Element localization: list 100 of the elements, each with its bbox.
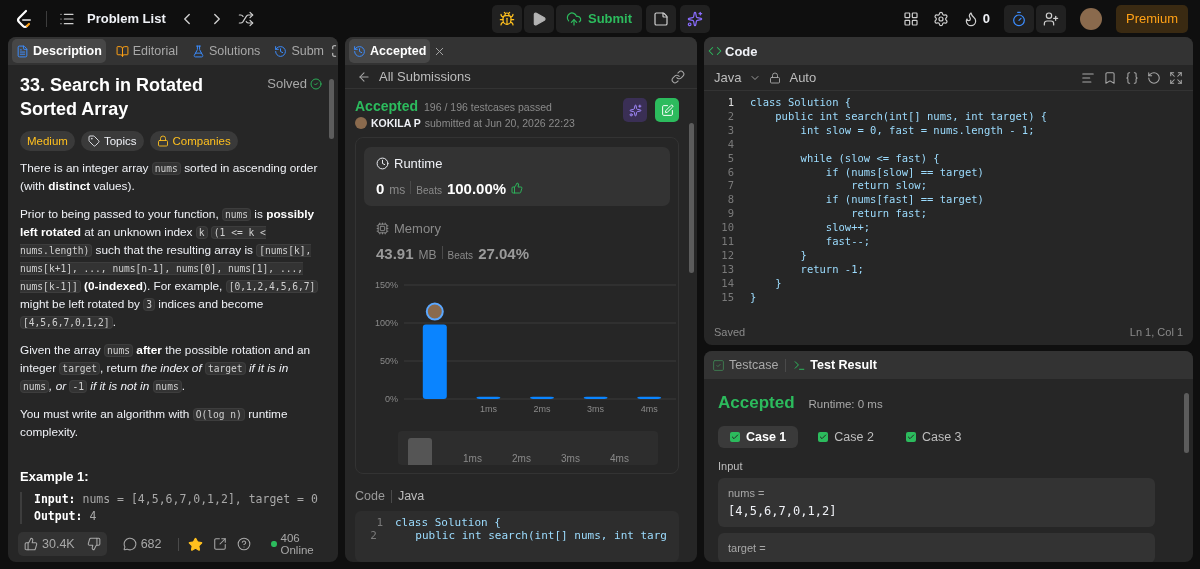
reset-icon[interactable] (1147, 70, 1161, 85)
code-line: public int search(int[] nums, int targ (414, 529, 667, 542)
sparkles-icon[interactable] (687, 10, 704, 27)
panel-tab[interactable]: Test Result (789, 353, 881, 377)
expand-icon[interactable] (1169, 70, 1183, 85)
line-number: 2 (726, 109, 734, 124)
all-submissions-link[interactable]: All Submissions (379, 69, 471, 84)
invite-button[interactable] (1036, 4, 1066, 33)
notes-button[interactable] (646, 4, 677, 33)
line-number: 6 (726, 165, 734, 180)
stat-label: Memory (394, 221, 441, 236)
axis-label: 4ms (640, 404, 658, 414)
thumbs-down-icon[interactable] (86, 537, 101, 551)
panel-tab[interactable]: Solutions (187, 39, 265, 63)
tag-chip[interactable]: Companies (149, 131, 238, 151)
ai-button[interactable] (623, 98, 647, 122)
bar[interactable] (476, 396, 501, 399)
mode-label[interactable]: Auto (789, 70, 817, 85)
logo[interactable] (14, 8, 34, 29)
stat-card[interactable]: Memory 43.91 MB Beats 27.04% (364, 212, 670, 271)
code-line: if (nums[slow] == target) (824, 165, 984, 180)
description-paragraph: Given the array nums after the possible rotation and an integer target , return the index of target if it is in nums , or -1 if it is not in nums . (20, 342, 312, 395)
share-icon[interactable] (213, 537, 228, 551)
history-icon[interactable] (353, 44, 366, 58)
chart-navigator[interactable]: 1ms 2ms 3ms 4ms (398, 431, 658, 465)
submitted-time: submitted at Jun 20, 2026 22:23 (424, 117, 575, 129)
note-icon[interactable] (653, 10, 670, 27)
solved-status: Solved (267, 76, 307, 91)
code-line: } (774, 276, 782, 291)
tag-chip[interactable]: Topics (80, 131, 144, 151)
comments-button[interactable]: 682 (116, 537, 168, 551)
user-name[interactable]: KOKILA P (371, 117, 421, 129)
case-tab[interactable]: Case 3 (893, 426, 974, 448)
tag-chip[interactable]: Medium (20, 131, 75, 151)
braces-icon[interactable] (1125, 70, 1139, 85)
timer-icon[interactable] (1011, 10, 1027, 27)
bar[interactable] (422, 324, 447, 399)
line-number: 4 (726, 137, 734, 152)
problem-title: 33. Search in Rotated Sorted Array (20, 74, 205, 121)
lock-icon[interactable] (156, 135, 169, 147)
tab-icon[interactable] (191, 44, 205, 58)
debug-button[interactable] (491, 4, 522, 33)
ai-button[interactable] (680, 4, 711, 33)
bar[interactable] (530, 396, 554, 399)
submit-button[interactable]: Submit (555, 4, 643, 33)
panel-tab[interactable]: Subm (270, 39, 329, 63)
axis-label: 2ms (533, 404, 551, 414)
code-line: return slow; (850, 179, 927, 194)
comment-icon[interactable] (122, 537, 137, 551)
tab-icon[interactable] (115, 44, 129, 58)
premium-button[interactable]: Premium (1116, 4, 1188, 33)
user-avatar (425, 302, 444, 321)
cloud-upload-icon[interactable] (565, 10, 582, 27)
panel-tab[interactable]: Accepted (349, 39, 431, 63)
format-icon[interactable] (1081, 70, 1095, 85)
tab-icon[interactable] (274, 44, 288, 58)
sparkles-icon[interactable] (628, 103, 642, 117)
axis-label: 3ms (587, 404, 605, 414)
thumbs-up-icon[interactable] (24, 537, 38, 551)
panel-tab[interactable]: Editorial (111, 39, 182, 63)
navigator-label: 1ms (462, 453, 483, 465)
case-tab[interactable]: Case 2 (806, 426, 886, 448)
checkbox-icon[interactable] (712, 358, 725, 372)
lock-icon[interactable] (769, 71, 782, 84)
beats-percent: 100.00% (446, 180, 507, 197)
language-label: Java (397, 489, 425, 503)
edit-button[interactable] (655, 98, 679, 122)
bug-icon[interactable] (498, 10, 515, 27)
run-button[interactable] (523, 4, 554, 33)
testcases-count: 196 / 196 testcases passed (424, 101, 552, 113)
timer-button[interactable] (1004, 4, 1034, 33)
add-user-icon[interactable] (1043, 10, 1059, 27)
terminal-icon[interactable] (793, 358, 807, 372)
settings-icon[interactable] (932, 10, 949, 27)
panel-tab[interactable]: Testcase (708, 353, 783, 377)
language-select[interactable]: Java (714, 70, 742, 85)
problem-list-link[interactable]: Problem List (87, 11, 166, 26)
shuffle-icon[interactable] (237, 10, 254, 27)
code-line: fast--; (824, 235, 871, 249)
tag-icon[interactable] (87, 135, 100, 147)
line-number: 8 (726, 193, 734, 208)
bar[interactable] (583, 396, 608, 399)
clock-icon (376, 157, 389, 170)
beats-percent: 27.04% (478, 245, 529, 262)
beats-label: Beats (416, 185, 442, 196)
input-value: [4,5,6,7,0,1,2] (728, 504, 838, 518)
link-icon[interactable] (671, 69, 685, 84)
bar[interactable] (637, 396, 662, 399)
code-line: while (slow <= fast) { (799, 151, 940, 166)
case-tab[interactable]: Case 1 (718, 426, 799, 448)
layout-icon[interactable] (902, 10, 919, 27)
axis-label: 150% (374, 280, 398, 290)
stat-card[interactable]: Runtime 0 ms Beats 100.00% (364, 147, 670, 206)
bookmark-icon[interactable] (1103, 70, 1117, 85)
verdict-text: Accepted (718, 393, 795, 413)
code-line: return -1; (799, 262, 864, 277)
star-icon[interactable] (188, 536, 204, 552)
user-avatar[interactable] (1080, 7, 1102, 30)
help-icon[interactable] (237, 537, 252, 551)
panel-tab[interactable]: Description (12, 39, 106, 63)
